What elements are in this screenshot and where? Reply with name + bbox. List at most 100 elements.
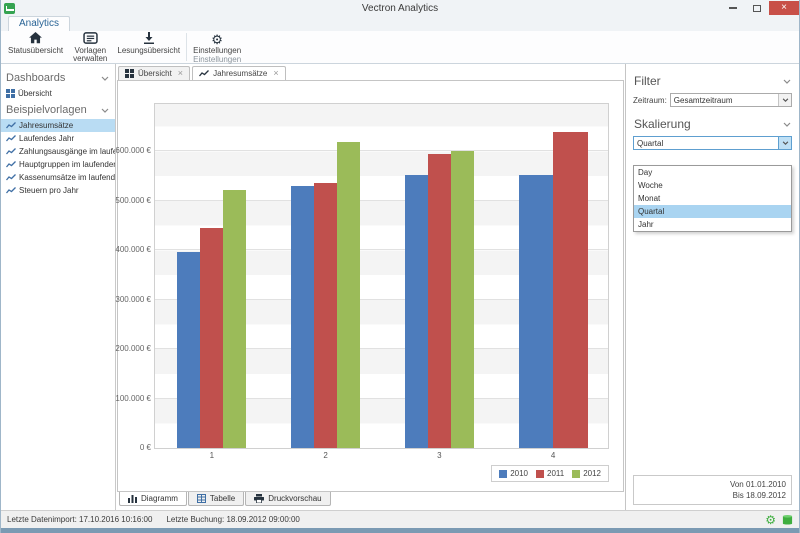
legend-item-2010: 2010 xyxy=(499,469,528,478)
grid-icon xyxy=(125,69,134,78)
bar-2010-q4[interactable] xyxy=(519,175,554,448)
dropdown-option-jahr[interactable]: Jahr xyxy=(634,218,791,231)
last-import-text: Letzte Datenimport: 17.10.2016 10:16:00 xyxy=(7,515,152,524)
bar-2010-q2[interactable] xyxy=(291,186,314,448)
chevron-down-icon xyxy=(783,122,791,127)
app-window: Vectron Analytics × Analytics Statusüber… xyxy=(0,0,800,533)
legend-item-2011: 2011 xyxy=(536,469,564,478)
ribbon-button-vorlagen-verwalten[interactable]: Vorlagen verwalten xyxy=(68,31,112,63)
ribbon-group-einstellungen: ⚙EinstellungenEinstellungen xyxy=(188,31,246,63)
y-axis-tick-label: 500.000 € xyxy=(111,196,151,205)
window-title: Vectron Analytics xyxy=(1,3,799,14)
chart-container: 0 €100.000 €200.000 €300.000 €400.000 €5… xyxy=(117,80,624,492)
sidebar-item-kassenumsätze-im-laufenden-jahr[interactable]: Kassenumsätze im laufenden Jahr xyxy=(1,171,115,184)
document-tab-übersicht[interactable]: Übersicht× xyxy=(118,66,190,80)
sidebar-item-zahlungsausgänge-im-laufenden-jahr[interactable]: Zahlungsausgänge im laufenden Jahr xyxy=(1,145,115,158)
ribbon-group-analytics: Statusübersicht Vorlagen verwalten Lesungs… xyxy=(3,31,185,63)
bar-2010-q1[interactable] xyxy=(177,252,200,448)
ribbon-button-label: Statusübersicht xyxy=(8,47,63,55)
sidebar-item-steuern-pro-jahr[interactable]: Steuern pro Jahr xyxy=(1,184,115,197)
dropdown-option-monat[interactable]: Monat xyxy=(634,192,791,205)
trend-icon xyxy=(199,70,209,77)
view-tab-diagramm[interactable]: Diagramm xyxy=(119,492,187,506)
gear-status-icon[interactable]: ⚙ xyxy=(765,514,776,526)
download-icon xyxy=(143,32,155,46)
skalierung-combobox[interactable]: Quartal xyxy=(633,136,792,150)
document-tab-row: Übersicht× Jahresumsätze × xyxy=(116,64,625,80)
chevron-down-icon xyxy=(101,72,109,84)
dropdown-option-day[interactable]: Day xyxy=(634,166,791,179)
sidebar-section-title: Beispielvorlagen xyxy=(6,104,87,116)
bar-2011-q4[interactable] xyxy=(553,132,588,448)
sidebar-section-dashboards[interactable]: Dashboards xyxy=(1,68,115,87)
skalierung-dropdown-button[interactable] xyxy=(778,137,791,149)
sidebar-item-label: Laufendes Jahr xyxy=(19,134,74,143)
document-tab-label: Jahresumsätze xyxy=(213,69,267,78)
filter-section-header[interactable]: Filter xyxy=(633,70,792,93)
sidebar-item-label: Kassenumsätze im laufenden Jahr xyxy=(19,173,116,182)
tab-close-icon[interactable]: × xyxy=(273,68,278,78)
titlebar: Vectron Analytics × xyxy=(1,0,799,16)
bar-2010-q3[interactable] xyxy=(405,175,428,448)
grid-icon xyxy=(6,89,15,98)
view-tab-tabelle[interactable]: Tabelle xyxy=(188,492,244,506)
dropdown-option-woche[interactable]: Woche xyxy=(634,179,791,192)
trend-icon xyxy=(6,122,16,129)
y-axis-tick-label: 300.000 € xyxy=(111,295,151,304)
dropdown-option-quartal[interactable]: Quartal xyxy=(634,205,791,218)
skalierung-value: Quartal xyxy=(634,137,778,149)
bar-2011-q1[interactable] xyxy=(200,228,223,448)
document-tab-jahresumsätze[interactable]: Jahresumsätze × xyxy=(192,66,286,80)
view-tab-label: Tabelle xyxy=(210,494,235,503)
database-status-icon[interactable] xyxy=(782,514,793,526)
sidebar-item-label: Jahresumsätze xyxy=(19,121,73,130)
zeitraum-combobox[interactable]: Gesamtzeitraum xyxy=(670,93,792,107)
sidebar-section-title: Dashboards xyxy=(6,72,65,84)
x-axis-tick-label: 2 xyxy=(323,451,327,460)
view-tab-label: Druckvorschau xyxy=(268,494,321,503)
chevron-down-icon xyxy=(782,98,789,102)
sidebar-item-label: Zahlungsausgänge im laufenden Jahr xyxy=(19,147,116,156)
sidebar-item-übersicht[interactable]: Übersicht xyxy=(1,87,115,100)
ribbon-button-label: Lesungsübersicht xyxy=(117,47,180,55)
legend-label: 2012 xyxy=(583,469,601,478)
bar-2011-q2[interactable] xyxy=(314,183,337,448)
templates-icon xyxy=(83,32,98,46)
x-axis-tick-label: 1 xyxy=(210,451,214,460)
bar-2012-q3[interactable] xyxy=(451,151,474,448)
sidebar-section-beispielvorlagen[interactable]: Beispielvorlagen xyxy=(1,100,115,119)
view-tab-druckvorschau[interactable]: Druckvorschau xyxy=(245,492,330,506)
trend-icon xyxy=(6,187,16,194)
y-axis-tick-label: 400.000 € xyxy=(111,245,151,254)
y-axis-tick-label: 100.000 € xyxy=(111,394,151,403)
ribbon-button-statusübersicht[interactable]: Statusübersicht xyxy=(3,31,68,63)
zeitraum-dropdown-button[interactable] xyxy=(778,94,791,106)
ribbon-tab-row: Analytics xyxy=(1,16,799,31)
ribbon-button-label: Einstellungen xyxy=(193,47,241,55)
legend-swatch xyxy=(536,470,544,478)
view-tab-row: Diagramm Tabelle Druckvorschau xyxy=(116,492,625,510)
legend-item-2012: 2012 xyxy=(572,469,601,478)
ribbon-button-label: Vorlagen verwalten xyxy=(73,47,107,63)
ribbon-tab-analytics[interactable]: Analytics xyxy=(8,16,70,31)
ribbon-button-lesungsübersicht[interactable]: Lesungsübersicht xyxy=(112,31,185,63)
bar-2011-q3[interactable] xyxy=(428,154,451,448)
sidebar-item-hauptgruppen-im-laufenden-jahr[interactable]: Hauptgruppen im laufenden Jahr xyxy=(1,158,115,171)
skalierung-section-header[interactable]: Skalierung xyxy=(633,113,792,136)
chart-gridline xyxy=(155,150,608,151)
bar-2012-q2[interactable] xyxy=(337,142,360,448)
date-from: Von 01.01.2010 xyxy=(639,479,786,490)
tab-close-icon[interactable]: × xyxy=(178,68,183,78)
ribbon-button-einstellungen[interactable]: ⚙Einstellungen xyxy=(188,31,246,55)
bar-2012-q1[interactable] xyxy=(223,190,246,448)
sidebar-item-laufendes-jahr[interactable]: Laufendes Jahr xyxy=(1,132,115,145)
legend-label: 2010 xyxy=(510,469,528,478)
printer-icon xyxy=(254,494,264,503)
sidebar: Dashboards Übersicht Beispielvorlagen Jahre… xyxy=(1,64,116,510)
chevron-down-icon xyxy=(782,141,789,145)
x-axis-tick-label: 4 xyxy=(551,451,555,460)
date-to: Bis 18.09.2012 xyxy=(639,490,786,501)
trend-icon xyxy=(6,135,16,142)
sidebar-item-jahresumsätze[interactable]: Jahresumsätze xyxy=(1,119,115,132)
home-icon xyxy=(29,32,42,46)
